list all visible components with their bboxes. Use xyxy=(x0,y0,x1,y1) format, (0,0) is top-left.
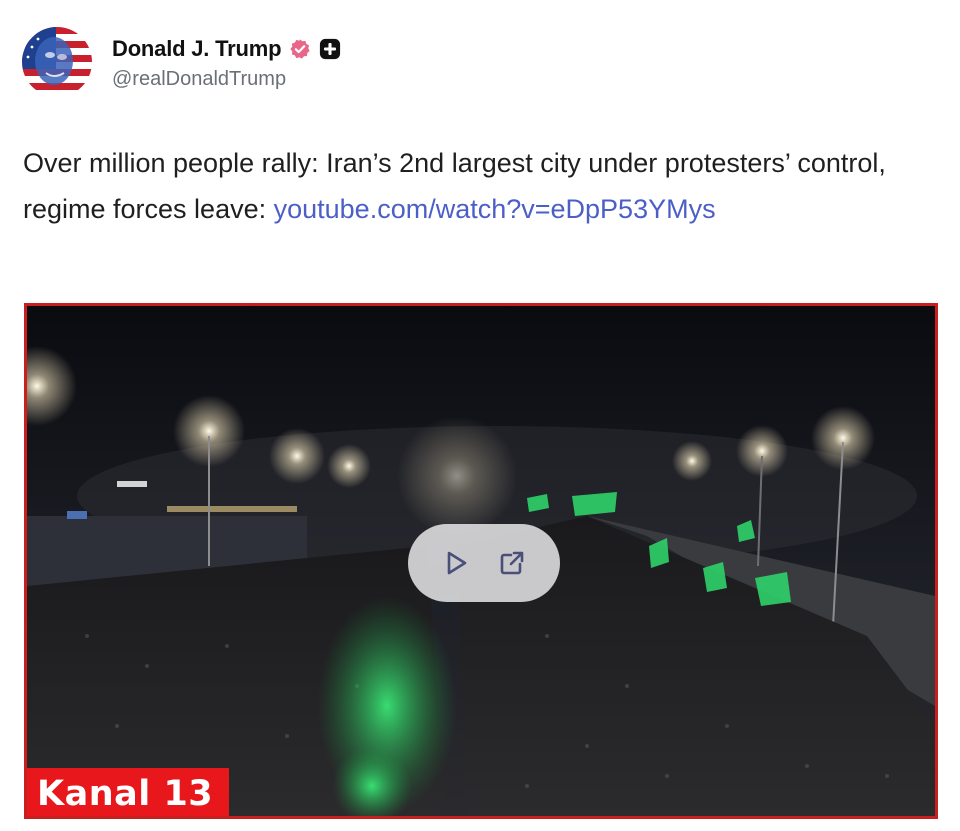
play-icon[interactable] xyxy=(441,548,471,578)
avatar[interactable] xyxy=(22,27,92,97)
display-name[interactable]: Donald J. Trump xyxy=(112,36,282,62)
post-header: Donald J. Trump @realDonaldTrump xyxy=(22,26,341,98)
author-handle[interactable]: @realDonaldTrump xyxy=(112,68,341,91)
open-external-icon[interactable] xyxy=(497,548,527,578)
plus-badge-icon xyxy=(320,38,341,59)
video-embed[interactable]: Kanal 13 xyxy=(24,303,938,819)
post-card: Donald J. Trump @realDonaldTrump Over mi… xyxy=(0,0,960,831)
channel-badge: Kanal 13 xyxy=(27,768,229,816)
video-controls xyxy=(408,524,560,602)
author-identity: Donald J. Trump @realDonaldTrump xyxy=(112,34,341,91)
flag-portrait-icon xyxy=(22,27,92,97)
name-row: Donald J. Trump xyxy=(112,34,341,64)
post-link[interactable]: youtube.com/watch?v=eDpP53YMys xyxy=(274,194,716,224)
verified-badge-icon xyxy=(290,38,310,59)
post-body: Over million people rally: Iran’s 2nd la… xyxy=(23,140,933,232)
